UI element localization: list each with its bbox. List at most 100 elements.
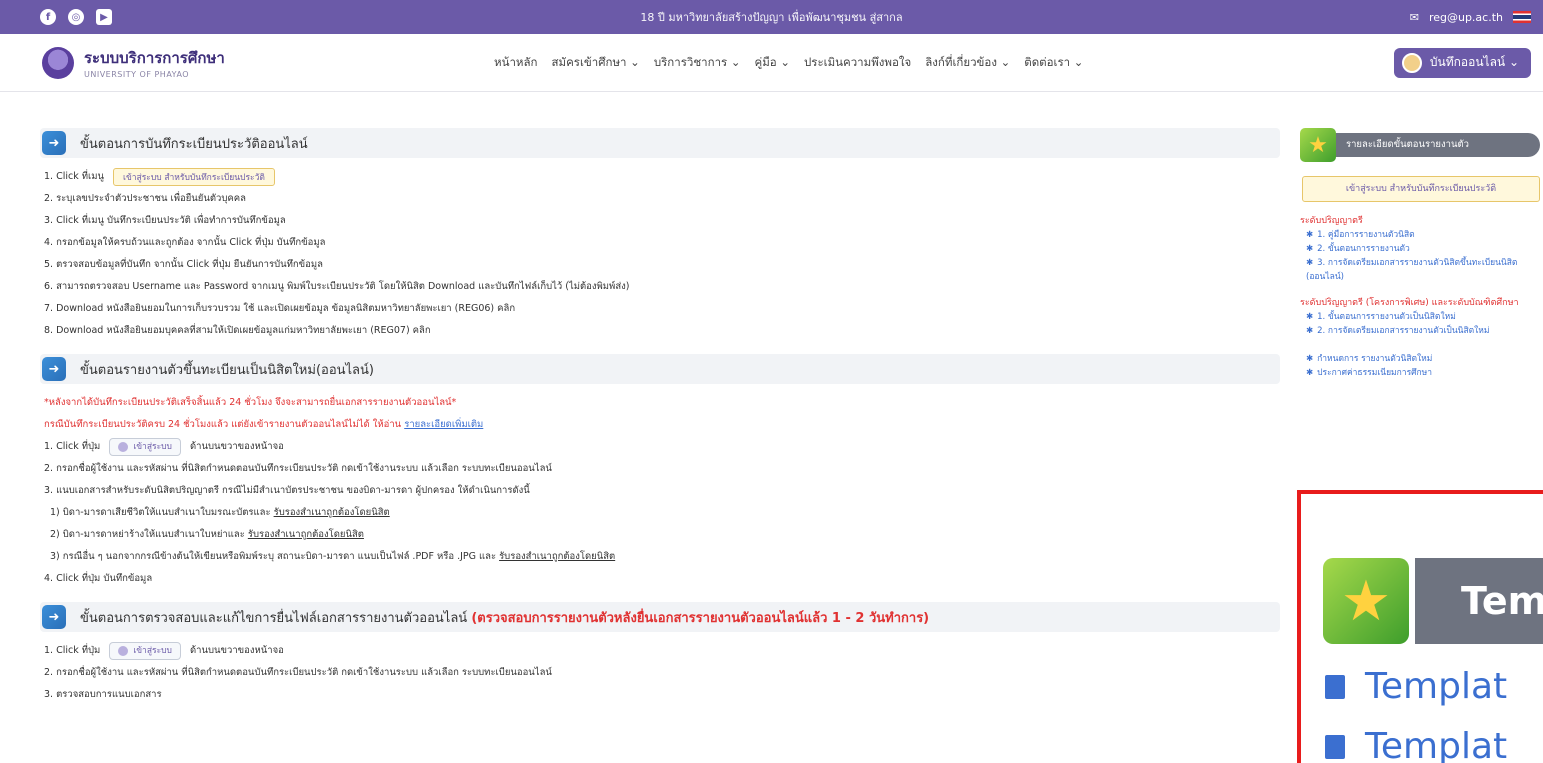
sub-text: 2) บิดา-มารดาหย่าร้างให้แนบสำเนาใบหย่าแล… [50,529,245,540]
step-1: 1. Click ที่ปุ่ม เข้าสู่ระบบ ด้านบนขวาขอ… [44,436,1280,458]
login-button[interactable]: บันทึกออนไลน์ ⌄ [1393,47,1531,78]
pill-label: เข้าสู่ระบบ [133,441,172,452]
step-4: 4. กรอกข้อมูลให้ครบถ้วนและถูกต้อง จากนั้… [44,237,326,248]
menu-survey[interactable]: ประเมินความพึงพอใจ [804,54,911,72]
sidebar-link-label: 2. ขั้นตอนการรายงานตัว [1317,244,1410,254]
menu-services[interactable]: บริการวิชาการ ⌄ [654,54,741,72]
step-1: 1. Click ที่ปุ่ม เข้าสู่ระบบ ด้านบนขวาขอ… [44,640,1280,662]
step-text: 1. Click ที่ปุ่ม [44,645,101,656]
pin-icon: ✱ [1306,230,1314,240]
sidebar-link[interactable]: ✱ 1. คู่มือการรายงานตัวนิสิต [1300,228,1540,242]
main-nav: ระบบบริการการศึกษา UNIVERSITY OF PHAYAO … [0,34,1543,92]
pill-label: เข้าสู่ระบบ [133,645,172,656]
document-icon [1325,734,1345,759]
sidebar-link[interactable]: ✱ ประกาศค่าธรรมเนียมการศึกษา [1300,366,1540,380]
menu-contact[interactable]: ติดต่อเรา ⌄ [1024,54,1083,72]
note-line: กรณีบันทึกระเบียนประวัติครบ 24 ชั่วโมงแล… [44,414,1280,436]
menu-links[interactable]: ลิงก์ที่เกี่ยวข้อง ⌄ [925,54,1010,72]
sidebar: ★ รายละเอียดขั้นตอนรายงานตัว เข้าสู่ระบบ… [1300,128,1540,380]
sidebar-category: ระดับปริญญาตรี (โครงการพิเศษ) และระดับบั… [1300,298,1519,308]
login-button-sample: เข้าสู่ระบบ [109,437,181,456]
template-popup[interactable]: ★ Tem Templat Templat [1297,490,1543,763]
registration-steps: 1. Click ที่เมนู เข้าสู่ระบบ สำหรับบันทึ… [40,166,1280,342]
template-label: Templat [1365,666,1508,707]
user-icon [118,441,129,452]
sidebar-link[interactable]: ✱ 2. การจัดเตรียมเอกสารรายงานตัวเป็นนิสิต… [1300,324,1540,338]
login-record-button[interactable]: เข้าสู่ระบบ สำหรับบันทึกระเบียนประวัติ [113,167,275,186]
login-button-sample: เข้าสู่ระบบ [109,641,181,660]
section-title: ขั้นตอนการบันทึกระเบียนประวัติออนไลน์ [80,136,308,152]
menu-home[interactable]: หน้าหลัก [494,54,538,72]
template-row[interactable]: Templat [1325,666,1507,707]
sidebar-link-label: 3. การจัดเตรียมเอกสารรายงานตัวนิสิตขึ้นท… [1306,258,1518,282]
brand[interactable]: ระบบบริการการศึกษา UNIVERSITY OF PHAYAO [42,46,225,79]
report-steps: *หลังจากได้บันทึกระเบียนประวัติเสร็จสิ้น… [40,392,1280,590]
university-logo [42,46,74,79]
certify-link[interactable]: รับรองสำเนาถูกต้องโดยนิสิต [248,529,364,540]
section-title-note: (ตรวจสอบการรายงานตัวหลังยื่นเอกสารรายงาน… [471,610,930,626]
step-text: ด้านบนขวาของหน้าจอ [189,645,284,656]
document-icon [1325,674,1345,699]
step-5: 5. ตรวจสอบข้อมูลที่บันทึก จากนั้น Click … [44,259,323,270]
sidebar-link[interactable]: ✱ 3. การจัดเตรียมเอกสารรายงานตัวนิสิตขึ้น… [1300,256,1540,284]
sidebar-title: รายละเอียดขั้นตอนรายงานตัว [1336,133,1540,157]
step-2: 2. กรอกชื่อผู้ใช้งาน และรหัสผ่าน ที่นิสิ… [44,463,552,474]
popup-title: Tem [1415,558,1543,644]
nav-menu: หน้าหลัก สมัครเข้าศึกษา ⌄ บริการวิชาการ … [494,54,1083,72]
sub-step-1: 1) บิดา-มารดาเสียชีวิตให้แนบสำเนาใบมรณะบ… [44,502,1280,524]
certify-link[interactable]: รับรองสำเนาถูกต้องโดยนิสิต [499,551,615,562]
pin-icon: ✱ [1306,312,1314,322]
section-report-head: ➜ ขั้นตอนรายงานตัวขึ้นทะเบียนเป็นนิสิตให… [40,354,1280,384]
sub-step-2: 2) บิดา-มารดาหย่าร้างให้แนบสำเนาใบหย่าแล… [44,524,1280,546]
user-icon [118,645,129,656]
note-line: *หลังจากได้บันทึกระเบียนประวัติเสร็จสิ้น… [44,397,457,408]
arrow-icon: ➜ [42,131,66,155]
user-avatar-icon [1401,52,1422,73]
language-flag-icon[interactable] [1513,11,1531,23]
step-1: 1. Click ที่เมนู เข้าสู่ระบบ สำหรับบันทึ… [44,166,1280,188]
sub-step-3: 3) กรณีอื่น ๆ นอกจากกรณีข้างต้นให้เขียนห… [44,546,1280,568]
sidebar-link[interactable]: ✱ กำหนดการ รายงานตัวนิสิตใหม่ [1300,352,1540,366]
sidebar-link-label: ประกาศค่าธรรมเนียมการศึกษา [1317,368,1433,378]
sidebar-head: ★ รายละเอียดขั้นตอนรายงานตัว [1300,128,1540,162]
brand-name: ระบบบริการการศึกษา [84,49,225,67]
template-label: Templat [1365,726,1508,763]
section-verify-head: ➜ ขั้นตอนการตรวจสอบและแก้ไขการยื่นไฟล์เอ… [40,602,1280,632]
template-row[interactable]: Templat [1325,726,1507,763]
step-6: 6. สามารถตรวจสอบ Username และ Password จ… [44,281,630,292]
pin-icon: ✱ [1306,368,1314,378]
sub-text: 1) บิดา-มารดาเสียชีวิตให้แนบสำเนาใบมรณะบ… [50,507,271,518]
brand-sub: UNIVERSITY OF PHAYAO [84,70,190,79]
login-label: บันทึกออนไลน์ ⌄ [1429,55,1519,69]
step-8[interactable]: 8. Download หนังสือยินยอมบุคคลที่สามให้เ… [44,320,1280,342]
step-text: 1. Click ที่ปุ่ม [44,441,101,452]
section-title: ขั้นตอนการตรวจสอบและแก้ไขการยื่นไฟล์เอกส… [80,607,929,628]
menu-admission[interactable]: สมัครเข้าศึกษา ⌄ [552,54,640,72]
sidebar-category: ระดับปริญญาตรี [1300,216,1363,226]
pin-icon: ✱ [1306,244,1314,254]
sidebar-link[interactable]: ✱ 2. ขั้นตอนการรายงานตัว [1300,242,1540,256]
step-3: 3. แนบเอกสารสำหรับระดับนิสิตปริญญาตรี กร… [44,485,530,496]
sidebar-login-record-button[interactable]: เข้าสู่ระบบ สำหรับบันทึกระเบียนประวัติ [1302,176,1540,202]
sidebar-link-label: 1. คู่มือการรายงานตัวนิสิต [1317,230,1415,240]
step-4: 4. Click ที่ปุ่ม บันทึกข้อมูล [44,573,153,584]
sidebar-link[interactable]: ✱ 1. ขั้นตอนการรายงานตัวเป็นนิสิตใหม่ [1300,310,1540,324]
step-7[interactable]: 7. Download หนังสือยินยอมในการเก็บรวบรวม… [44,298,1280,320]
arrow-icon: ➜ [42,357,66,381]
section-title-text: ขั้นตอนการตรวจสอบและแก้ไขการยื่นไฟล์เอกส… [80,610,468,626]
step-text: ด้านบนขวาของหน้าจอ [189,441,284,452]
star-icon: ★ [1323,558,1409,644]
pin-icon: ✱ [1306,258,1314,268]
step-3: 3. Click ที่เมนู บันทึกระเบียนประวัติ เพ… [44,215,286,226]
tagline: 18 ปี มหาวิทยาลัยสร้างปัญญา เพื่อพัฒนาชุ… [640,11,903,24]
verify-steps: 1. Click ที่ปุ่ม เข้าสู่ระบบ ด้านบนขวาขอ… [40,640,1280,706]
pin-icon: ✱ [1306,354,1314,364]
more-details-link[interactable]: รายละเอียดเพิ่มเติม [404,419,483,430]
email-link[interactable]: reg@up.ac.th [1429,11,1503,24]
star-icon: ★ [1300,128,1336,162]
section-registration-head: ➜ ขั้นตอนการบันทึกระเบียนประวัติออนไลน์ [40,128,1280,158]
menu-manual[interactable]: คู่มือ ⌄ [755,54,790,72]
step-3: 3. ตรวจสอบการแนบเอกสาร [44,689,162,700]
sidebar-link-label: 2. การจัดเตรียมเอกสารรายงานตัวเป็นนิสิตใ… [1317,326,1490,336]
certify-link[interactable]: รับรองสำเนาถูกต้องโดยนิสิต [274,507,390,518]
